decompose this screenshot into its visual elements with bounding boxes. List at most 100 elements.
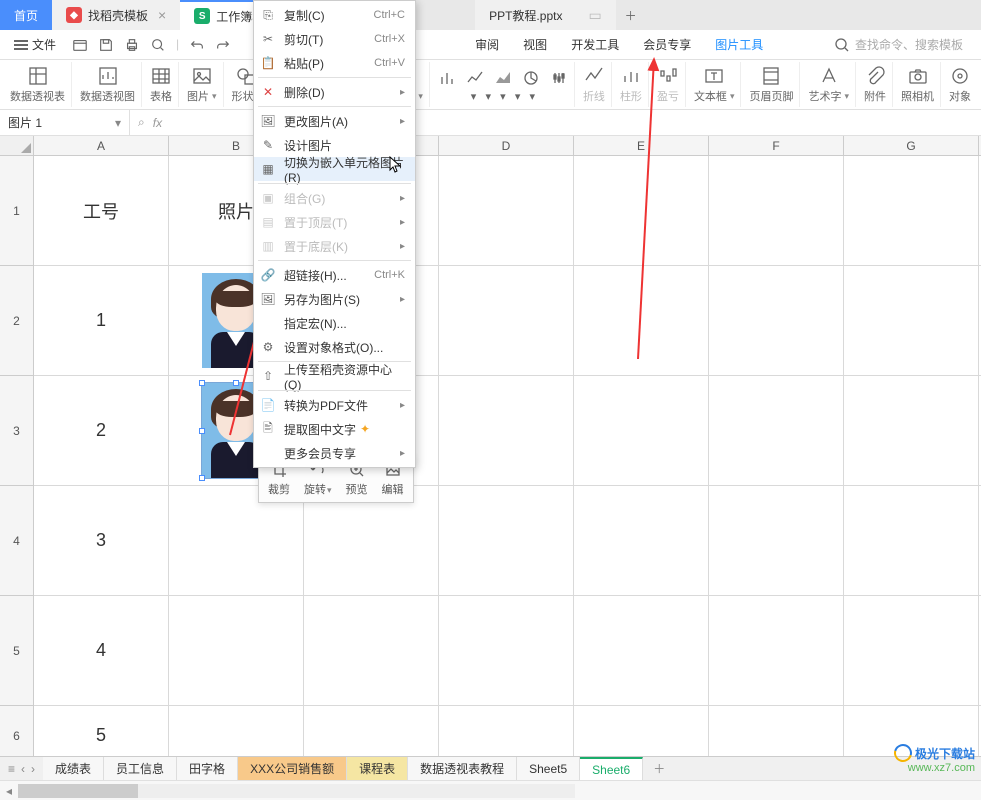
col-header[interactable]: D	[439, 136, 574, 155]
add-tab-button[interactable]: ＋	[616, 7, 646, 24]
horizontal-scrollbar[interactable]	[18, 784, 575, 798]
rb-textbox[interactable]: 文本框	[688, 62, 742, 107]
cm-extract-text[interactable]: 🖹提取图中文字✦	[254, 417, 415, 441]
command-search[interactable]: 查找命令、搜索模板	[833, 36, 973, 54]
col-header[interactable]: F	[709, 136, 844, 155]
cell[interactable]	[439, 486, 574, 595]
sheet-tab[interactable]: 课程表	[347, 757, 408, 780]
cell[interactable]	[709, 266, 844, 375]
cell[interactable]	[574, 596, 709, 705]
name-box[interactable]: 图片 1▾	[0, 110, 130, 135]
cells-area[interactable]: 工号 照片 1 2	[34, 156, 981, 774]
rb-picture[interactable]: 图片	[181, 62, 224, 107]
pie-chart-icon[interactable]	[522, 69, 540, 87]
cell[interactable]	[439, 156, 574, 265]
cell[interactable]	[574, 486, 709, 595]
rb-object[interactable]: 对象	[943, 62, 977, 107]
cell[interactable]	[844, 596, 979, 705]
cm-copy[interactable]: ⎘复制(C)Ctrl+C	[254, 3, 415, 27]
sheet-tab[interactable]: 田字格	[177, 757, 238, 780]
rb-table[interactable]: 表格	[144, 62, 179, 107]
rb-attachment[interactable]: 附件	[858, 62, 893, 107]
sheet-tab[interactable]: 成绩表	[43, 757, 104, 780]
menu-picture-tools[interactable]: 图片工具	[703, 30, 775, 60]
menu-view[interactable]: 视图	[511, 30, 559, 60]
rb-pivot-chart[interactable]: 数据透视图	[74, 62, 142, 107]
cell[interactable]: 1	[34, 266, 169, 375]
cell[interactable]	[844, 376, 979, 485]
cm-more-vip[interactable]: 更多会员专享▸	[254, 441, 415, 465]
close-icon[interactable]: ×	[158, 7, 166, 23]
fx-icon[interactable]: fx	[153, 116, 162, 130]
resize-handle[interactable]	[199, 428, 205, 434]
select-all-corner[interactable]	[0, 136, 34, 155]
sheet-nav[interactable]: ≡‹›	[0, 762, 43, 776]
cell[interactable]	[439, 376, 574, 485]
cell[interactable]	[304, 596, 439, 705]
cell[interactable]	[574, 376, 709, 485]
preview-icon[interactable]	[150, 37, 166, 53]
col-header[interactable]: A	[34, 136, 169, 155]
col-header[interactable]: E	[574, 136, 709, 155]
row-header[interactable]: 4	[0, 486, 33, 596]
cell[interactable]	[709, 376, 844, 485]
cell[interactable]: 工号	[34, 156, 169, 265]
save-icon[interactable]	[98, 37, 114, 53]
menu-icon[interactable]: ▭	[588, 7, 601, 24]
cell[interactable]	[709, 156, 844, 265]
menu-vip[interactable]: 会员专享	[631, 30, 703, 60]
print-icon[interactable]	[124, 37, 140, 53]
row-header[interactable]: 2	[0, 266, 33, 376]
resize-handle[interactable]	[199, 380, 205, 386]
sheet-tab-active[interactable]: Sheet6	[580, 757, 643, 780]
sheet-tab[interactable]: XXX公司销售额	[238, 757, 347, 780]
cell[interactable]: 3	[34, 486, 169, 595]
cell[interactable]	[844, 156, 979, 265]
cm-format-object[interactable]: ⚙设置对象格式(O)...	[254, 335, 415, 359]
cm-assign-macro[interactable]: 指定宏(N)...	[254, 311, 415, 335]
cell[interactable]	[844, 266, 979, 375]
redo-icon[interactable]	[215, 37, 231, 53]
bar-chart-icon[interactable]	[438, 69, 456, 87]
col-header[interactable]: G	[844, 136, 979, 155]
cm-upload-resource[interactable]: ⇧上传至稻壳资源中心(Q)	[254, 364, 415, 388]
cell[interactable]	[844, 486, 979, 595]
rb-wordart[interactable]: 艺术字	[802, 62, 856, 107]
row-header[interactable]: 1	[0, 156, 33, 266]
tab-find-template[interactable]: ◆ 找稻壳模板 ×	[52, 0, 180, 30]
cm-cut[interactable]: ✂剪切(T)Ctrl+X	[254, 27, 415, 51]
tab-ppt-tutorial[interactable]: PPT教程.pptx ▭	[475, 0, 616, 30]
rb-camera[interactable]: 照相机	[895, 62, 941, 107]
lookup-icon[interactable]: ⌕	[138, 115, 145, 130]
tab-home[interactable]: 首页	[0, 0, 52, 30]
cell[interactable]	[709, 486, 844, 595]
cell[interactable]: 4	[34, 596, 169, 705]
sheet-tab[interactable]: 员工信息	[104, 757, 177, 780]
rb-pivot-table[interactable]: 数据透视表	[4, 62, 72, 107]
cell[interactable]	[574, 266, 709, 375]
open-icon[interactable]	[72, 37, 88, 53]
undo-icon[interactable]	[189, 37, 205, 53]
cm-delete[interactable]: ✕删除(D)▸	[254, 80, 415, 104]
row-header[interactable]: 3	[0, 376, 33, 486]
rb-header-footer[interactable]: 页眉页脚	[743, 62, 800, 107]
cell[interactable]	[439, 596, 574, 705]
cm-hyperlink[interactable]: 🔗超链接(H)...Ctrl+K	[254, 263, 415, 287]
row-header[interactable]: 5	[0, 596, 33, 706]
candle-chart-icon[interactable]	[550, 69, 568, 87]
resize-handle[interactable]	[233, 380, 239, 386]
cm-save-as-picture[interactable]: 🖼另存为图片(S)▸	[254, 287, 415, 311]
cell[interactable]	[169, 596, 304, 705]
resize-handle[interactable]	[199, 475, 205, 481]
sheet-tab[interactable]: Sheet5	[517, 757, 580, 780]
scrollbar-thumb[interactable]	[18, 784, 138, 798]
cm-paste[interactable]: 📋粘贴(P)Ctrl+V	[254, 51, 415, 75]
cell[interactable]: 2	[34, 376, 169, 485]
cell[interactable]	[574, 156, 709, 265]
rb-chart-group[interactable]: ▾ ▾ ▾ ▾ ▾	[432, 62, 575, 107]
line-chart-icon[interactable]	[466, 69, 484, 87]
area-chart-icon[interactable]	[494, 69, 512, 87]
scroll-left-icon[interactable]: ◂	[6, 784, 12, 798]
menu-review[interactable]: 审阅	[463, 30, 511, 60]
cm-change-picture[interactable]: 🖼更改图片(A)▸	[254, 109, 415, 133]
